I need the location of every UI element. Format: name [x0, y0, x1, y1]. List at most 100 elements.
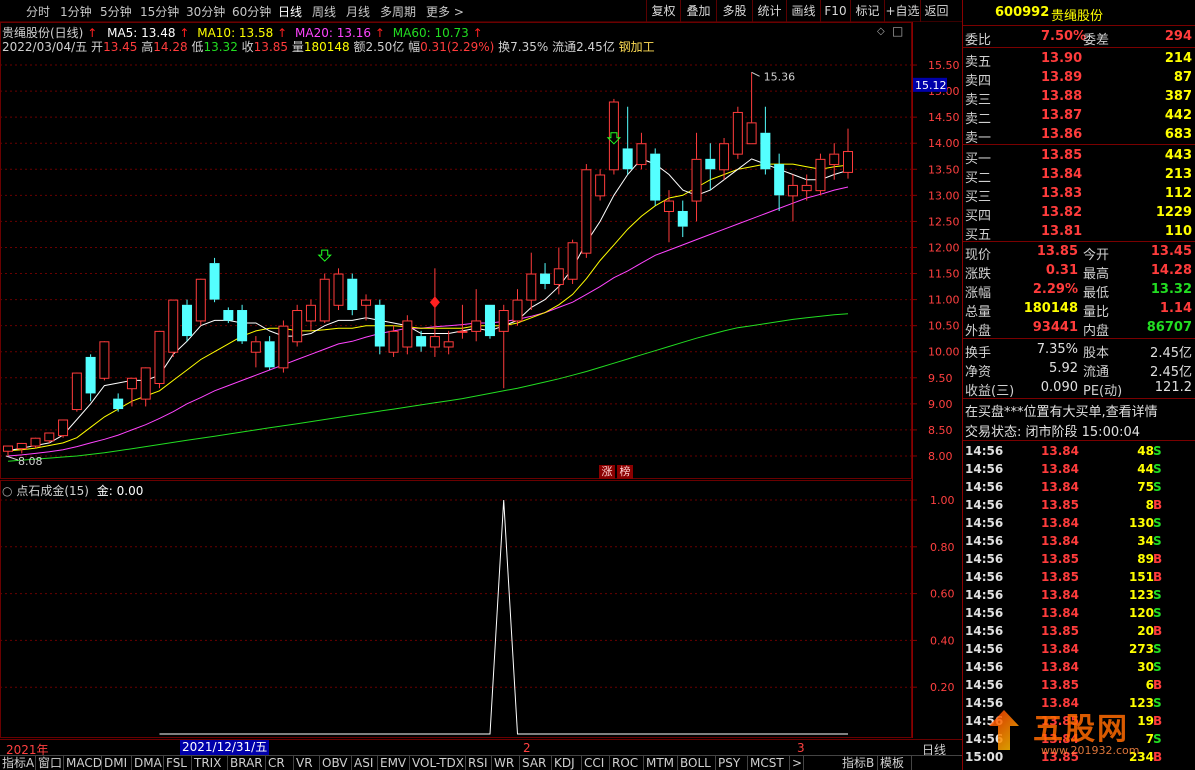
candle[interactable] [595, 169, 606, 201]
toolbar-button-0[interactable]: 复权 [646, 0, 680, 22]
indicator-tab-8[interactable]: CR [266, 756, 294, 770]
candle[interactable] [402, 315, 413, 355]
indicator-tab-21[interactable]: BOLL [678, 756, 716, 770]
indicator-tab-4[interactable]: DMA [132, 756, 164, 770]
candle[interactable] [264, 336, 275, 370]
period-tab-7[interactable]: 周线 [312, 3, 336, 20]
indicator-tab-11[interactable]: ASI [352, 756, 378, 770]
candle[interactable] [677, 200, 688, 238]
toolbar-button-4[interactable]: 画线 [786, 0, 820, 22]
big-order-notice[interactable]: 在买盘***位置有大买单,查看详情 [965, 401, 1158, 420]
toolbar-button-6[interactable]: 标记 [850, 0, 884, 22]
candle[interactable] [126, 377, 137, 407]
candle[interactable] [553, 247, 564, 295]
toolbar-button-7[interactable]: +自选 [884, 0, 920, 22]
candle[interactable] [774, 153, 785, 211]
indicator-tab-6[interactable]: TRIX [192, 756, 228, 770]
period-tab-10[interactable]: 更多 > [426, 3, 464, 20]
toolbar-button-2[interactable]: 多股 [716, 0, 752, 22]
indicator-tab-13[interactable]: VOL-TDX [410, 756, 466, 770]
indicator-tab-17[interactable]: KDJ [552, 756, 582, 770]
candle[interactable] [237, 304, 248, 344]
toolbar-button-8[interactable]: 返回 [920, 0, 952, 22]
candle[interactable] [815, 153, 826, 196]
period-tab-1[interactable]: 1分钟 [60, 3, 92, 20]
candle[interactable] [663, 190, 674, 243]
candlestick-chart[interactable]: 15.5015.0014.5014.0013.5013.0012.5012.00… [0, 22, 962, 480]
candle[interactable] [691, 132, 702, 222]
candle[interactable] [471, 289, 482, 342]
candle[interactable] [843, 128, 853, 179]
candle[interactable] [195, 278, 206, 326]
candle[interactable] [71, 372, 82, 412]
notice-row[interactable]: 在买盘***位置有大买单,查看详情 [963, 400, 1195, 420]
indicator-tab-18[interactable]: CCI [582, 756, 610, 770]
indicator-tab-15[interactable]: WR [492, 756, 520, 770]
candle[interactable] [250, 336, 261, 368]
candle[interactable] [567, 239, 578, 284]
indicator-tab-9[interactable]: VR [294, 756, 320, 770]
period-tab-2[interactable]: 5分钟 [100, 3, 132, 20]
candle[interactable] [374, 299, 385, 355]
candle[interactable] [429, 268, 440, 357]
indicator-tab-14[interactable]: RSI [466, 756, 492, 770]
indicator-tab-1[interactable]: 窗口 [36, 756, 64, 770]
period-tab-5[interactable]: 60分钟 [232, 3, 271, 20]
candle[interactable] [319, 273, 330, 324]
candle[interactable] [581, 164, 592, 258]
indicator-tab-25[interactable]: 指标B [840, 756, 878, 770]
toolbar-button-3[interactable]: 统计 [752, 0, 786, 22]
candle[interactable] [829, 143, 840, 180]
candle[interactable] [168, 299, 179, 357]
candle[interactable] [140, 367, 151, 407]
candle[interactable] [540, 263, 551, 290]
period-tab-6[interactable]: 日线 [278, 3, 302, 20]
indicator-tab-3[interactable]: DMI [102, 756, 132, 770]
indicator-tab-26[interactable]: 模板 [878, 756, 912, 770]
candle[interactable] [99, 341, 110, 381]
candle[interactable] [443, 330, 454, 355]
indicator-tab-7[interactable]: BRAR [228, 756, 266, 770]
period-tab-4[interactable]: 30分钟 [186, 3, 225, 20]
candle[interactable] [512, 289, 523, 326]
candle[interactable] [484, 304, 495, 339]
candle[interactable] [333, 268, 344, 311]
candle[interactable] [705, 143, 716, 191]
candle[interactable] [498, 304, 509, 389]
candle[interactable] [16, 442, 27, 454]
indicator-tab-12[interactable]: EMV [378, 756, 410, 770]
indicator-tab-16[interactable]: SAR [520, 756, 552, 770]
candle[interactable] [3, 445, 13, 456]
indicator-tab-20[interactable]: MTM [644, 756, 678, 770]
candle[interactable] [154, 330, 165, 389]
period-tab-8[interactable]: 月线 [346, 3, 370, 20]
candle[interactable] [746, 72, 757, 145]
candle[interactable] [278, 320, 289, 373]
zhang-badge[interactable]: 涨 [599, 465, 615, 479]
indicator-tab-0[interactable]: 指标A [0, 756, 36, 770]
indicator-tab-22[interactable]: PSY [716, 756, 748, 770]
candle[interactable] [305, 299, 316, 331]
candle[interactable] [732, 106, 743, 159]
candle[interactable] [292, 304, 303, 347]
indicator-tab-23[interactable]: MCST [748, 756, 790, 770]
candle[interactable] [182, 299, 193, 342]
bang-badge[interactable]: 榜 [617, 465, 633, 479]
candle[interactable] [636, 132, 647, 170]
candle[interactable] [209, 257, 220, 303]
indicator-tab-24[interactable]: > [790, 756, 804, 770]
candle[interactable] [113, 393, 124, 412]
indicator-tab-2[interactable]: MACD [64, 756, 102, 770]
indicator-tab-19[interactable]: ROC [610, 756, 644, 770]
period-tab-0[interactable]: 分时 [26, 3, 50, 20]
toolbar-button-5[interactable]: F10 [820, 0, 850, 22]
candle[interactable] [347, 273, 358, 316]
candle[interactable] [85, 354, 96, 402]
candle[interactable] [457, 304, 468, 339]
candle[interactable] [361, 294, 372, 321]
candle[interactable] [787, 174, 798, 222]
candle[interactable] [650, 148, 661, 206]
indicator-chart[interactable]: 1.00 0.80 0.60 0.40 0.20 [0, 480, 962, 738]
period-tab-9[interactable]: 多周期 [380, 3, 416, 20]
period-tab-3[interactable]: 15分钟 [140, 3, 179, 20]
